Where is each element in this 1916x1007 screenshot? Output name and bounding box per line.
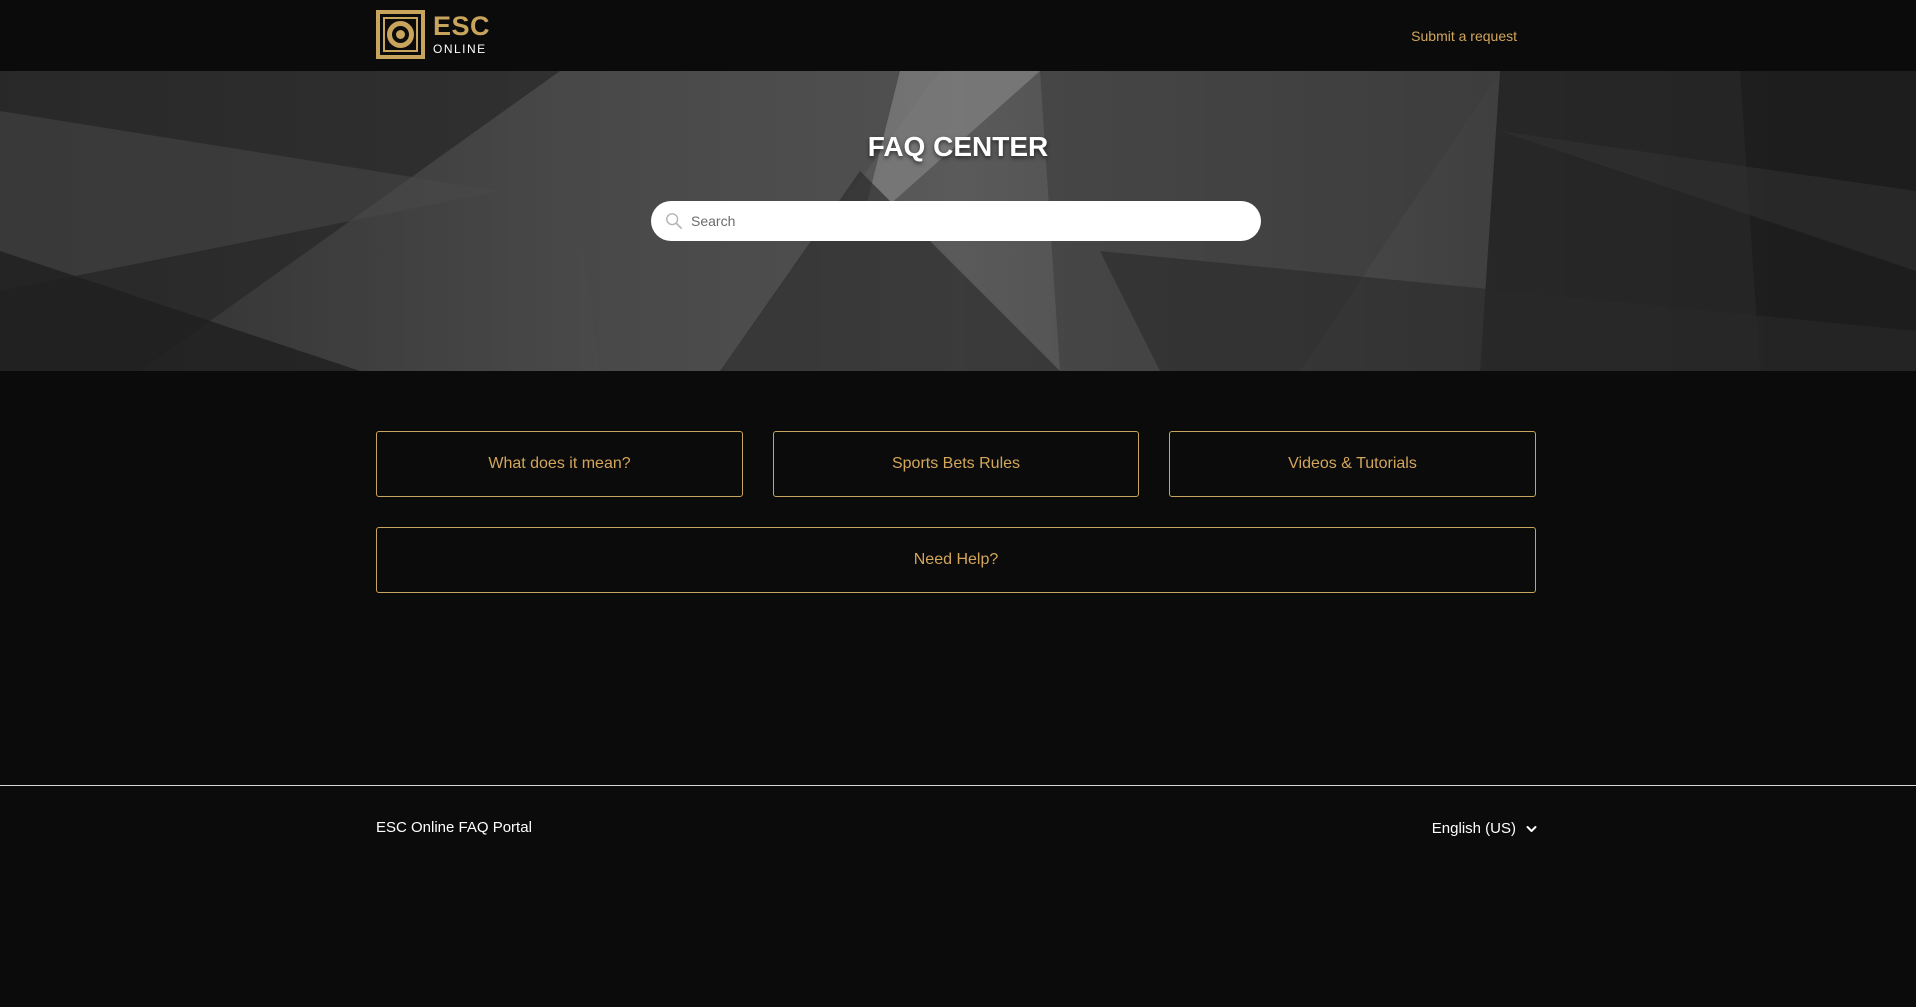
category-videos-tutorials[interactable]: Videos & Tutorials	[1169, 431, 1536, 497]
category-need-help[interactable]: Need Help?	[376, 527, 1536, 593]
footer-title: ESC Online FAQ Portal	[376, 819, 532, 836]
category-what-does-it-mean[interactable]: What does it mean?	[376, 431, 743, 497]
logo-icon	[376, 9, 425, 59]
page-title: FAQ CENTER	[867, 131, 1049, 162]
logo-subtitle: ONLINE	[433, 42, 487, 56]
category-sports-bets-rules[interactable]: Sports Bets Rules	[773, 431, 1139, 497]
footer-divider	[0, 785, 1916, 786]
header: ESC ONLINE Submit a request	[0, 0, 1916, 71]
search-icon	[666, 213, 683, 230]
page: ESC ONLINE Submit a request FAQ CENTER S…	[0, 0, 1916, 1007]
chevron-down-icon	[1526, 825, 1537, 832]
search-bar[interactable]	[651, 201, 1261, 241]
logo-text: ESC ONLINE	[433, 11, 491, 56]
submit-request-link[interactable]: Submit a request	[1411, 28, 1517, 44]
language-selector[interactable]: English (US)	[1432, 820, 1537, 837]
hero-banner: FAQ CENTER	[0, 71, 1916, 371]
search-input[interactable]	[691, 201, 1246, 241]
logo-title: ESC	[433, 11, 491, 41]
logo-link[interactable]: ESC ONLINE	[376, 8, 490, 60]
language-label: English (US)	[1431, 820, 1516, 837]
